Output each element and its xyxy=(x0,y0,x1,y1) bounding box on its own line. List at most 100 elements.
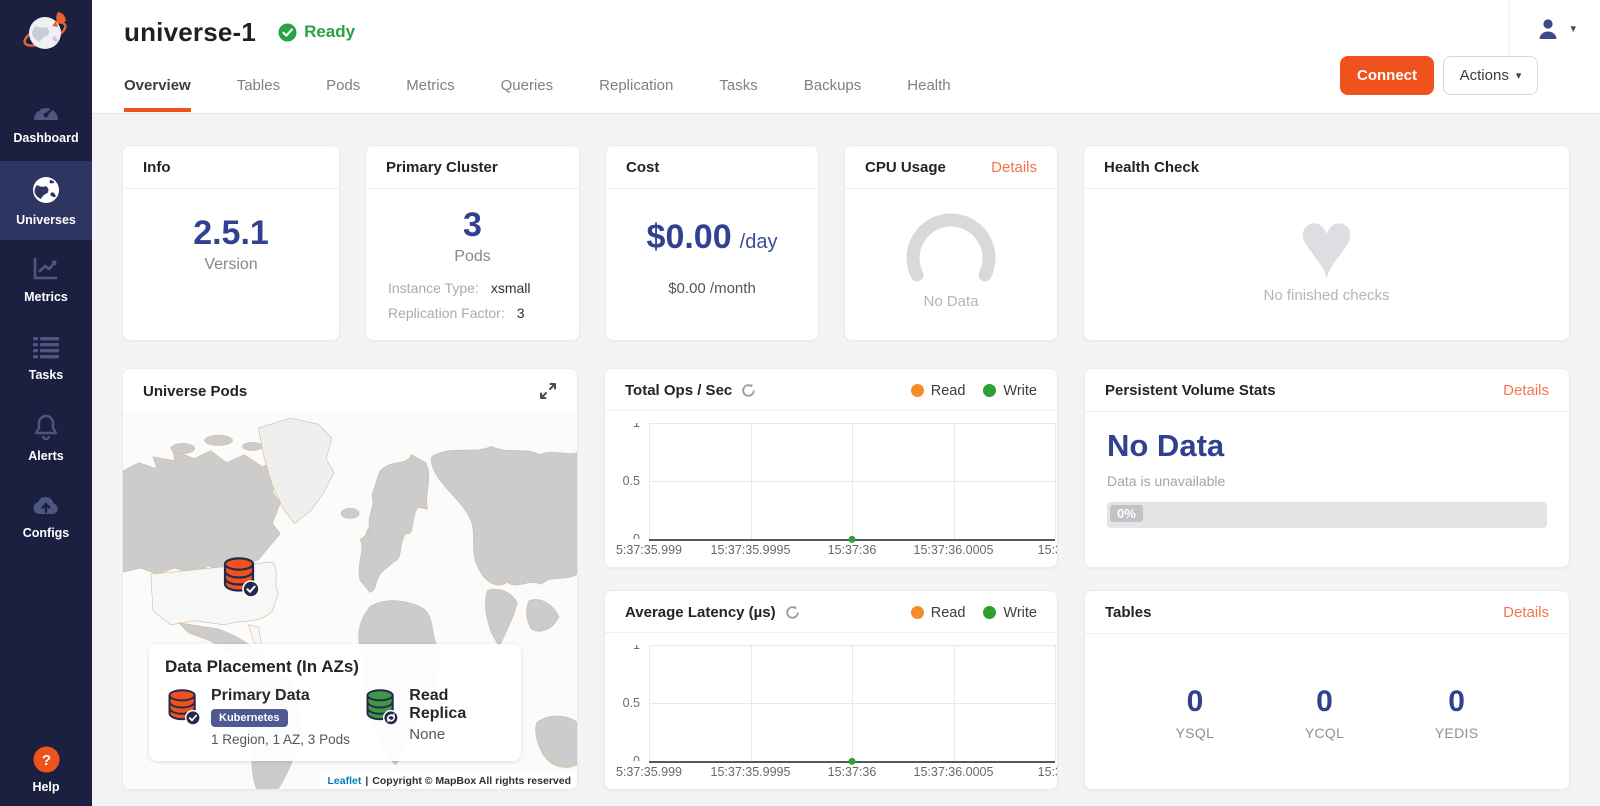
y-tick-label: 1 xyxy=(633,645,640,652)
ysql-stat: 0 YSQL xyxy=(1176,685,1215,741)
pvs-details-link[interactable]: Details xyxy=(1503,382,1549,399)
cpu-details-link[interactable]: Details xyxy=(991,159,1037,176)
tab-tasks[interactable]: Tasks xyxy=(719,64,757,112)
ycql-stat: 0 YCQL xyxy=(1305,685,1344,741)
legend-item-read[interactable]: Read xyxy=(911,383,966,399)
data-placement-title: Data Placement (In AZs) xyxy=(165,657,505,677)
x-tick-label: 5:37:35.999 xyxy=(616,765,682,779)
x-tick-label: 15:37:36 xyxy=(828,765,877,779)
world-map[interactable]: Data Placement (In AZs) xyxy=(123,412,577,789)
yedis-stat: 0 YEDIS xyxy=(1435,685,1479,741)
gridline-horizontal xyxy=(649,423,1055,424)
card-title: Persistent Volume Stats xyxy=(1105,382,1276,399)
gridline-vertical xyxy=(1055,645,1056,761)
attribution-separator: | xyxy=(365,775,368,787)
tab-health[interactable]: Health xyxy=(907,64,950,112)
legend-label: Read xyxy=(931,383,966,399)
tab-metrics[interactable]: Metrics xyxy=(406,64,454,112)
help-question-icon: ? xyxy=(33,746,60,773)
expand-icon[interactable] xyxy=(539,382,557,400)
card-title: Health Check xyxy=(1104,159,1199,176)
planet-rocket-logo-icon xyxy=(18,8,74,56)
row-label: Instance Type: xyxy=(388,280,479,296)
primary-data-summary: 1 Region, 1 AZ, 3 Pods xyxy=(211,732,350,747)
sidebar-item-label: Alerts xyxy=(28,449,63,463)
connect-button[interactable]: Connect xyxy=(1340,56,1434,95)
chart-plot xyxy=(649,645,1055,761)
app-logo[interactable] xyxy=(0,0,92,64)
legend-label: Read xyxy=(931,605,966,621)
data-placement-panel: Data Placement (In AZs) xyxy=(149,644,521,761)
tab-queries[interactable]: Queries xyxy=(501,64,554,112)
sidebar-item-tasks[interactable]: Tasks xyxy=(0,319,92,398)
chart-yaxis: 10.50 xyxy=(605,423,643,539)
y-tick-label: 0 xyxy=(633,754,640,761)
tab-overview[interactable]: Overview xyxy=(124,64,191,112)
user-menu[interactable]: ▾ xyxy=(1509,0,1600,57)
sidebar-item-dashboard[interactable]: Dashboard xyxy=(0,82,92,161)
chart-title: Average Latency (µs) xyxy=(625,604,776,621)
chart-body: 10.50 5:37:35.99915:37:35.999515:37:3615… xyxy=(605,637,1057,789)
pvs-progress-bar: 0% xyxy=(1107,502,1547,528)
legend-dot xyxy=(911,606,924,619)
tables-card: Tables Details 0 YSQL 0 YCQL 0 YEDIS xyxy=(1084,590,1570,790)
instance-type-row: Instance Type: xsmall xyxy=(388,280,557,296)
replica-database-icon xyxy=(363,687,399,747)
universe-pods-card: Universe Pods xyxy=(122,368,578,790)
tab-tables[interactable]: Tables xyxy=(237,64,280,112)
universe-title: universe-1 xyxy=(124,17,256,48)
toolbar-buttons: Connect Actions ▾ xyxy=(1340,56,1538,95)
sidebar-item-metrics[interactable]: Metrics xyxy=(0,240,92,319)
legend-item-write[interactable]: Write xyxy=(983,605,1037,621)
cost-month-value: $0.00 /month xyxy=(668,280,756,297)
sidebar-item-label: Help xyxy=(32,780,59,794)
cost-day-value: $0.00 xyxy=(647,219,732,256)
actions-button[interactable]: Actions ▾ xyxy=(1443,56,1538,95)
version-caption: Version xyxy=(204,256,257,274)
pods-caption: Pods xyxy=(454,248,490,266)
legend-label: Write xyxy=(1003,383,1037,399)
stat-label: YCQL xyxy=(1305,725,1344,741)
primary-cluster-map-marker[interactable] xyxy=(220,556,260,598)
sidebar-item-help[interactable]: ? Help xyxy=(0,746,92,794)
tab-pods[interactable]: Pods xyxy=(326,64,360,112)
actions-button-label: Actions xyxy=(1460,67,1509,84)
y-tick-label: 0.5 xyxy=(623,474,640,488)
legend-item-write[interactable]: Write xyxy=(983,383,1037,399)
refresh-icon[interactable] xyxy=(741,383,756,398)
sidebar-item-configs[interactable]: Configs xyxy=(0,477,92,556)
x-tick-label: 15:37:35.9995 xyxy=(711,543,791,557)
kubernetes-badge: Kubernetes xyxy=(211,709,288,727)
chart-legend: Read Write xyxy=(911,383,1037,399)
refresh-icon[interactable] xyxy=(785,605,800,620)
version-value: 2.5.1 xyxy=(193,215,269,252)
legend-item-read[interactable]: Read xyxy=(911,605,966,621)
sidebar-item-alerts[interactable]: Alerts xyxy=(0,398,92,477)
sidebar-item-label: Tasks xyxy=(29,368,64,382)
chart-yaxis: 10.50 xyxy=(605,645,643,761)
replication-factor-row: Replication Factor: 3 xyxy=(388,305,557,321)
row-value: 3 xyxy=(517,305,525,321)
leaflet-link[interactable]: Leaflet xyxy=(327,775,361,787)
x-tick-label: 15:37:36 xyxy=(828,543,877,557)
info-card: Info 2.5.1 Version xyxy=(122,145,340,341)
tab-backups[interactable]: Backups xyxy=(804,64,862,112)
chevron-down-icon: ▾ xyxy=(1516,69,1522,82)
user-avatar-icon xyxy=(1536,17,1560,41)
legend-dot xyxy=(983,606,996,619)
card-title: Info xyxy=(143,159,171,176)
x-tick-label: 15:37:36.0005 xyxy=(914,765,994,779)
sidebar-item-label: Configs xyxy=(23,526,70,540)
total-ops-chart-card: Total Ops / Sec ReadWrite 10.50 5:37:35.… xyxy=(604,368,1058,568)
row-value: xsmall xyxy=(491,280,531,296)
chart-legend: Read Write xyxy=(911,605,1037,621)
dashboard-gauge-icon xyxy=(31,99,61,123)
legend-dot xyxy=(983,384,996,397)
chart-plot xyxy=(649,423,1055,539)
sidebar-item-universes[interactable]: Universes xyxy=(0,161,92,240)
cost-day-unit: /day xyxy=(740,231,778,254)
status-badge: Ready xyxy=(278,22,355,42)
tab-replication[interactable]: Replication xyxy=(599,64,673,112)
pvs-progress-label: 0% xyxy=(1110,505,1143,522)
tables-details-link[interactable]: Details xyxy=(1503,604,1549,621)
